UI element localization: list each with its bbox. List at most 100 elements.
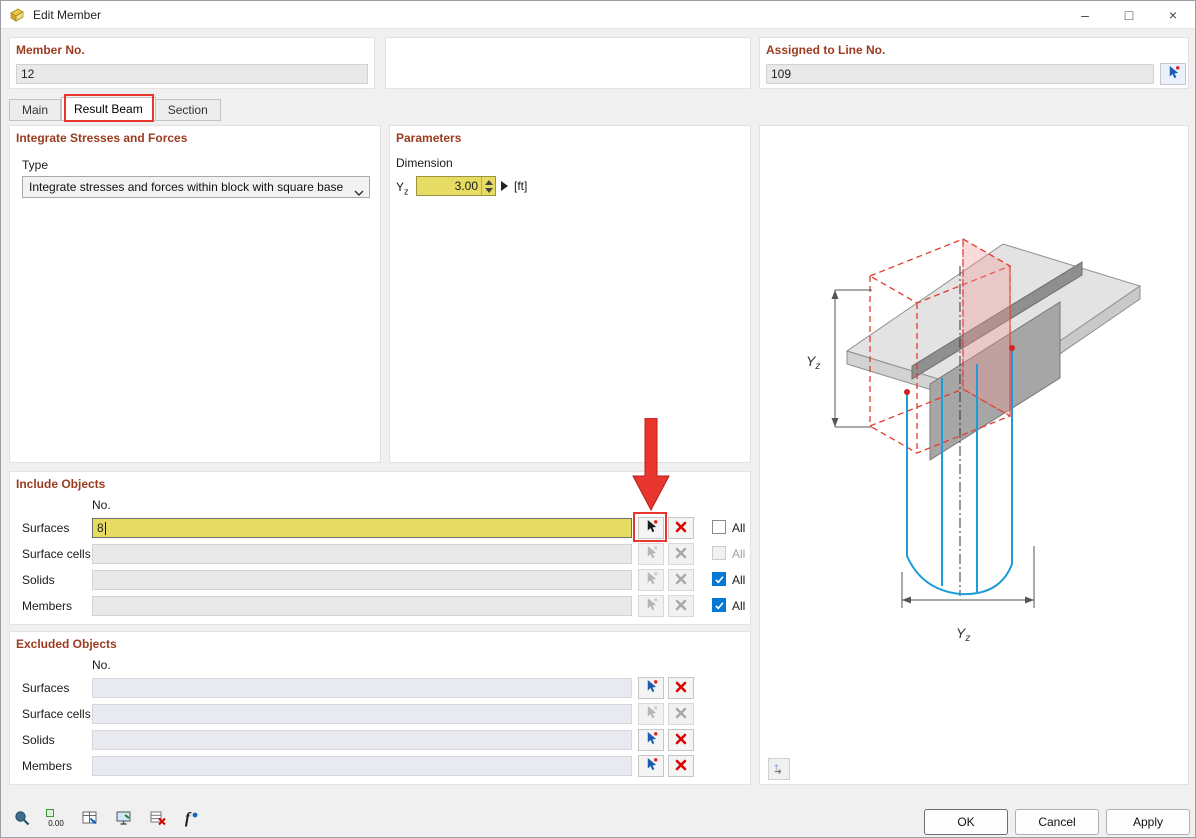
- exclude-members-input[interactable]: [92, 756, 632, 776]
- titlebar: Edit Member – □ ×: [1, 1, 1195, 29]
- integrate-title: Integrate Stresses and Forces: [16, 131, 187, 145]
- graphic-view-button[interactable]: [111, 806, 137, 832]
- include-title: Include Objects: [16, 477, 105, 491]
- include-surfaces-input[interactable]: 8: [92, 518, 632, 538]
- include-solids-clear-button: [668, 569, 694, 591]
- include-surfaces-all-checkbox[interactable]: [712, 520, 726, 534]
- include-surfaces-pick-button[interactable]: [638, 517, 664, 539]
- clear-x-icon: [674, 520, 688, 537]
- exclude-no-header: No.: [92, 658, 111, 672]
- assigned-line-box: Assigned to Line No. 109: [759, 37, 1189, 89]
- pick-line-button[interactable]: [1160, 63, 1186, 85]
- include-surfaces-clear-button[interactable]: [668, 517, 694, 539]
- exclude-members-clear-button[interactable]: [668, 755, 694, 777]
- spinner: [481, 177, 495, 195]
- yz-unit: [ft]: [514, 179, 527, 193]
- include-members-all-checkbox[interactable]: [712, 598, 726, 612]
- minimize-button[interactable]: –: [1063, 1, 1107, 29]
- yz-symbol: Yz: [396, 180, 409, 196]
- app-icon: [9, 7, 25, 23]
- decimal-grid-icon: [46, 809, 54, 817]
- cancel-button[interactable]: Cancel: [1015, 809, 1099, 835]
- exclude-surfaces-label: Surfaces: [22, 681, 69, 695]
- tab-result-beam[interactable]: Result Beam: [61, 97, 156, 121]
- clear-x-icon: [674, 680, 688, 697]
- delete-button[interactable]: [145, 806, 171, 832]
- maximize-button[interactable]: □: [1107, 1, 1151, 29]
- exclude-solids-clear-button[interactable]: [668, 729, 694, 751]
- ok-button[interactable]: OK: [924, 809, 1008, 835]
- screen-arrow-icon: [115, 809, 133, 830]
- pick-cursor-icon: [644, 705, 659, 723]
- edit-member-dialog: Edit Member – □ × Member No. 12 Assigned…: [0, 0, 1196, 838]
- exclude-surfaces-input[interactable]: [92, 678, 632, 698]
- exclude-surface-cells-input[interactable]: [92, 704, 632, 724]
- include-members-pick-button: [638, 595, 664, 617]
- include-surfaces-label: Surfaces: [22, 521, 69, 535]
- parameters-panel: Parameters Dimension Yz 3.00 [ft]: [389, 125, 751, 463]
- formula-button[interactable]: f: [179, 806, 205, 832]
- include-surface-cells-all-label: All: [732, 547, 745, 561]
- include-members-input[interactable]: [92, 596, 632, 616]
- formula-sup-icon: [191, 811, 199, 819]
- spin-up-icon[interactable]: [485, 180, 493, 185]
- member-3d-preview: Yz Yz: [760, 126, 1190, 786]
- assigned-line-label: Assigned to Line No.: [766, 43, 885, 57]
- member-no-value: 12: [21, 67, 34, 81]
- decimal-places-button[interactable]: 0.00: [43, 806, 69, 832]
- include-solids-input[interactable]: [92, 570, 632, 590]
- member-no-label: Member No.: [16, 43, 85, 57]
- tab-bar: Main Result Beam Section: [9, 97, 221, 121]
- chevron-down-icon: [354, 185, 364, 199]
- transfer-button[interactable]: [77, 806, 103, 832]
- type-select-value: Integrate stresses and forces within blo…: [29, 180, 343, 194]
- spin-down-icon[interactable]: [485, 188, 493, 193]
- tab-section[interactable]: Section: [156, 99, 221, 121]
- pick-cursor-icon: [1166, 65, 1181, 83]
- dimension-bottom-label: Yz: [956, 625, 970, 644]
- tab-main[interactable]: Main: [9, 99, 61, 121]
- include-surface-cells-all-checkbox: [712, 546, 726, 560]
- exclude-members-pick-button[interactable]: [638, 755, 664, 777]
- section-plane: [963, 239, 1010, 416]
- detail-arrow-icon[interactable]: [501, 181, 508, 191]
- include-surface-cells-pick-button: [638, 543, 664, 565]
- yz-input-group: 3.00 [ft]: [416, 176, 527, 196]
- include-surfaces-all-label: All: [732, 521, 745, 535]
- exclude-surfaces-pick-button[interactable]: [638, 677, 664, 699]
- assigned-line-value: 109: [771, 67, 791, 81]
- yz-value: 3.00: [417, 179, 481, 193]
- clear-x-icon: [674, 758, 688, 775]
- clear-x-icon: [674, 706, 688, 723]
- transfer-table-icon: [81, 809, 99, 830]
- include-no-header: No.: [92, 498, 111, 512]
- exclude-surface-cells-pick-button: [638, 703, 664, 725]
- excluded-objects-panel: Excluded Objects No. Surfaces Surface ce…: [9, 631, 751, 785]
- exclude-surfaces-clear-button[interactable]: [668, 677, 694, 699]
- delete-table-icon: [149, 809, 167, 830]
- type-select[interactable]: Integrate stresses and forces within blo…: [22, 176, 370, 198]
- include-solids-all-checkbox[interactable]: [712, 572, 726, 586]
- exclude-solids-pick-button[interactable]: [638, 729, 664, 751]
- exclude-solids-input[interactable]: [92, 730, 632, 750]
- footer-toolbar: 0.00 f: [9, 806, 205, 834]
- close-button[interactable]: ×: [1151, 1, 1195, 29]
- graphic-axes-button[interactable]: [768, 758, 790, 780]
- node-dot: [904, 389, 910, 395]
- exclude-title: Excluded Objects: [16, 637, 117, 651]
- include-objects-panel: Include Objects No. Surfaces 8 All Surfa…: [9, 471, 751, 625]
- graphic-viewport[interactable]: Yz Yz: [759, 125, 1189, 785]
- yz-input[interactable]: 3.00: [416, 176, 496, 196]
- comment-button[interactable]: [9, 806, 35, 832]
- member-no-field: 12: [16, 64, 368, 84]
- exclude-surface-cells-clear-button: [668, 703, 694, 725]
- include-surface-cells-label: Surface cells: [22, 547, 91, 561]
- parameters-title: Parameters: [396, 131, 461, 145]
- clear-x-icon: [674, 572, 688, 589]
- apply-button[interactable]: Apply: [1106, 809, 1190, 835]
- clear-x-icon: [674, 732, 688, 749]
- include-surface-cells-input[interactable]: [92, 544, 632, 564]
- exclude-solids-label: Solids: [22, 733, 55, 747]
- node-dot: [1009, 345, 1015, 351]
- include-solids-label: Solids: [22, 573, 55, 587]
